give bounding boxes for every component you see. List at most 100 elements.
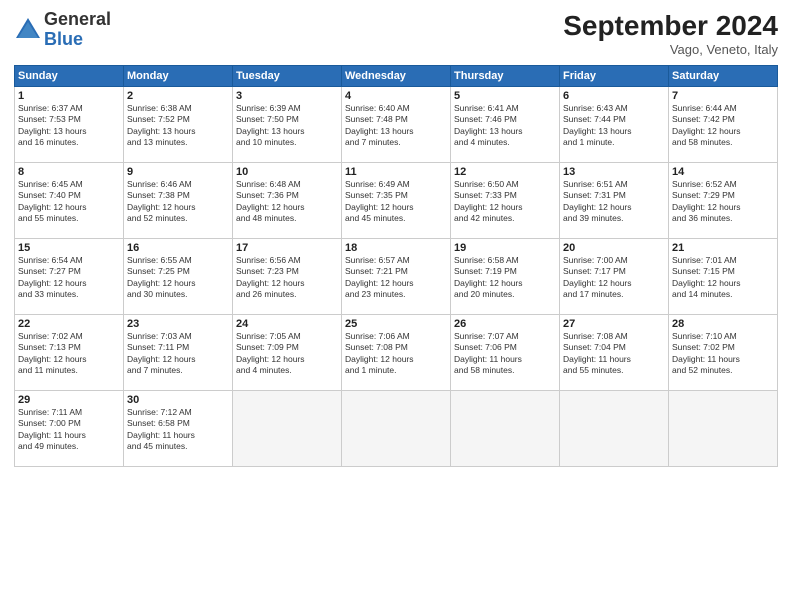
cell-details: Sunrise: 6:44 AMSunset: 7:42 PMDaylight:… [672, 103, 774, 149]
logo: General Blue [14, 10, 111, 50]
calendar-cell: 26Sunrise: 7:07 AMSunset: 7:06 PMDayligh… [451, 315, 560, 391]
calendar-cell: 6Sunrise: 6:43 AMSunset: 7:44 PMDaylight… [560, 87, 669, 163]
day-number: 17 [236, 242, 338, 254]
cell-details: Sunrise: 7:02 AMSunset: 7:13 PMDaylight:… [18, 331, 120, 377]
calendar-cell: 9Sunrise: 6:46 AMSunset: 7:38 PMDaylight… [124, 163, 233, 239]
calendar-cell: 1Sunrise: 6:37 AMSunset: 7:53 PMDaylight… [15, 87, 124, 163]
weekday-header: Thursday [451, 66, 560, 87]
calendar-cell: 14Sunrise: 6:52 AMSunset: 7:29 PMDayligh… [669, 163, 778, 239]
title-block: September 2024 Vago, Veneto, Italy [563, 10, 778, 57]
cell-details: Sunrise: 6:52 AMSunset: 7:29 PMDaylight:… [672, 179, 774, 225]
cell-details: Sunrise: 6:58 AMSunset: 7:19 PMDaylight:… [454, 255, 556, 301]
calendar-cell: 24Sunrise: 7:05 AMSunset: 7:09 PMDayligh… [233, 315, 342, 391]
day-number: 25 [345, 318, 447, 330]
cell-details: Sunrise: 7:05 AMSunset: 7:09 PMDaylight:… [236, 331, 338, 377]
cell-details: Sunrise: 6:43 AMSunset: 7:44 PMDaylight:… [563, 103, 665, 149]
calendar-cell: 13Sunrise: 6:51 AMSunset: 7:31 PMDayligh… [560, 163, 669, 239]
location: Vago, Veneto, Italy [563, 42, 778, 57]
cell-details: Sunrise: 7:03 AMSunset: 7:11 PMDaylight:… [127, 331, 229, 377]
calendar-cell: 15Sunrise: 6:54 AMSunset: 7:27 PMDayligh… [15, 239, 124, 315]
cell-details: Sunrise: 6:50 AMSunset: 7:33 PMDaylight:… [454, 179, 556, 225]
weekday-header: Sunday [15, 66, 124, 87]
calendar-cell: 5Sunrise: 6:41 AMSunset: 7:46 PMDaylight… [451, 87, 560, 163]
day-number: 3 [236, 90, 338, 102]
day-number: 22 [18, 318, 120, 330]
day-number: 13 [563, 166, 665, 178]
day-number: 15 [18, 242, 120, 254]
calendar-table: SundayMondayTuesdayWednesdayThursdayFrid… [14, 65, 778, 467]
calendar-cell: 12Sunrise: 6:50 AMSunset: 7:33 PMDayligh… [451, 163, 560, 239]
logo-general: General [44, 10, 111, 30]
day-number: 20 [563, 242, 665, 254]
calendar-cell [560, 391, 669, 467]
cell-details: Sunrise: 6:57 AMSunset: 7:21 PMDaylight:… [345, 255, 447, 301]
calendar-cell [233, 391, 342, 467]
cell-details: Sunrise: 6:41 AMSunset: 7:46 PMDaylight:… [454, 103, 556, 149]
calendar-cell [342, 391, 451, 467]
cell-details: Sunrise: 7:00 AMSunset: 7:17 PMDaylight:… [563, 255, 665, 301]
day-number: 24 [236, 318, 338, 330]
calendar-week-row: 29Sunrise: 7:11 AMSunset: 7:00 PMDayligh… [15, 391, 778, 467]
calendar-cell: 3Sunrise: 6:39 AMSunset: 7:50 PMDaylight… [233, 87, 342, 163]
day-number: 8 [18, 166, 120, 178]
cell-details: Sunrise: 6:56 AMSunset: 7:23 PMDaylight:… [236, 255, 338, 301]
calendar-cell: 21Sunrise: 7:01 AMSunset: 7:15 PMDayligh… [669, 239, 778, 315]
calendar-cell: 10Sunrise: 6:48 AMSunset: 7:36 PMDayligh… [233, 163, 342, 239]
calendar-cell: 16Sunrise: 6:55 AMSunset: 7:25 PMDayligh… [124, 239, 233, 315]
day-number: 11 [345, 166, 447, 178]
calendar-cell: 29Sunrise: 7:11 AMSunset: 7:00 PMDayligh… [15, 391, 124, 467]
calendar-week-row: 8Sunrise: 6:45 AMSunset: 7:40 PMDaylight… [15, 163, 778, 239]
weekday-header: Saturday [669, 66, 778, 87]
calendar-cell: 8Sunrise: 6:45 AMSunset: 7:40 PMDaylight… [15, 163, 124, 239]
day-number: 5 [454, 90, 556, 102]
month-title: September 2024 [563, 10, 778, 42]
cell-details: Sunrise: 7:11 AMSunset: 7:00 PMDaylight:… [18, 407, 120, 453]
day-number: 23 [127, 318, 229, 330]
calendar-cell: 17Sunrise: 6:56 AMSunset: 7:23 PMDayligh… [233, 239, 342, 315]
day-number: 1 [18, 90, 120, 102]
cell-details: Sunrise: 6:45 AMSunset: 7:40 PMDaylight:… [18, 179, 120, 225]
cell-details: Sunrise: 6:48 AMSunset: 7:36 PMDaylight:… [236, 179, 338, 225]
calendar-cell: 22Sunrise: 7:02 AMSunset: 7:13 PMDayligh… [15, 315, 124, 391]
cell-details: Sunrise: 6:40 AMSunset: 7:48 PMDaylight:… [345, 103, 447, 149]
main-container: General Blue September 2024 Vago, Veneto… [0, 0, 792, 475]
day-number: 16 [127, 242, 229, 254]
cell-details: Sunrise: 6:54 AMSunset: 7:27 PMDaylight:… [18, 255, 120, 301]
logo-text: General Blue [44, 10, 111, 50]
cell-details: Sunrise: 6:55 AMSunset: 7:25 PMDaylight:… [127, 255, 229, 301]
day-number: 4 [345, 90, 447, 102]
cell-details: Sunrise: 7:07 AMSunset: 7:06 PMDaylight:… [454, 331, 556, 377]
day-number: 10 [236, 166, 338, 178]
day-number: 14 [672, 166, 774, 178]
day-number: 9 [127, 166, 229, 178]
cell-details: Sunrise: 6:39 AMSunset: 7:50 PMDaylight:… [236, 103, 338, 149]
weekday-header-row: SundayMondayTuesdayWednesdayThursdayFrid… [15, 66, 778, 87]
day-number: 6 [563, 90, 665, 102]
calendar-cell: 20Sunrise: 7:00 AMSunset: 7:17 PMDayligh… [560, 239, 669, 315]
calendar-week-row: 22Sunrise: 7:02 AMSunset: 7:13 PMDayligh… [15, 315, 778, 391]
logo-blue: Blue [44, 30, 111, 50]
calendar-cell: 25Sunrise: 7:06 AMSunset: 7:08 PMDayligh… [342, 315, 451, 391]
day-number: 18 [345, 242, 447, 254]
calendar-cell: 19Sunrise: 6:58 AMSunset: 7:19 PMDayligh… [451, 239, 560, 315]
weekday-header: Monday [124, 66, 233, 87]
calendar-cell [451, 391, 560, 467]
cell-details: Sunrise: 7:12 AMSunset: 6:58 PMDaylight:… [127, 407, 229, 453]
cell-details: Sunrise: 6:46 AMSunset: 7:38 PMDaylight:… [127, 179, 229, 225]
calendar-cell: 30Sunrise: 7:12 AMSunset: 6:58 PMDayligh… [124, 391, 233, 467]
calendar-cell: 7Sunrise: 6:44 AMSunset: 7:42 PMDaylight… [669, 87, 778, 163]
day-number: 27 [563, 318, 665, 330]
logo-icon [14, 16, 42, 44]
cell-details: Sunrise: 7:10 AMSunset: 7:02 PMDaylight:… [672, 331, 774, 377]
day-number: 2 [127, 90, 229, 102]
calendar-cell: 4Sunrise: 6:40 AMSunset: 7:48 PMDaylight… [342, 87, 451, 163]
calendar-week-row: 1Sunrise: 6:37 AMSunset: 7:53 PMDaylight… [15, 87, 778, 163]
cell-details: Sunrise: 7:06 AMSunset: 7:08 PMDaylight:… [345, 331, 447, 377]
calendar-cell: 27Sunrise: 7:08 AMSunset: 7:04 PMDayligh… [560, 315, 669, 391]
day-number: 21 [672, 242, 774, 254]
cell-details: Sunrise: 6:51 AMSunset: 7:31 PMDaylight:… [563, 179, 665, 225]
day-number: 26 [454, 318, 556, 330]
cell-details: Sunrise: 7:08 AMSunset: 7:04 PMDaylight:… [563, 331, 665, 377]
cell-details: Sunrise: 6:38 AMSunset: 7:52 PMDaylight:… [127, 103, 229, 149]
day-number: 28 [672, 318, 774, 330]
